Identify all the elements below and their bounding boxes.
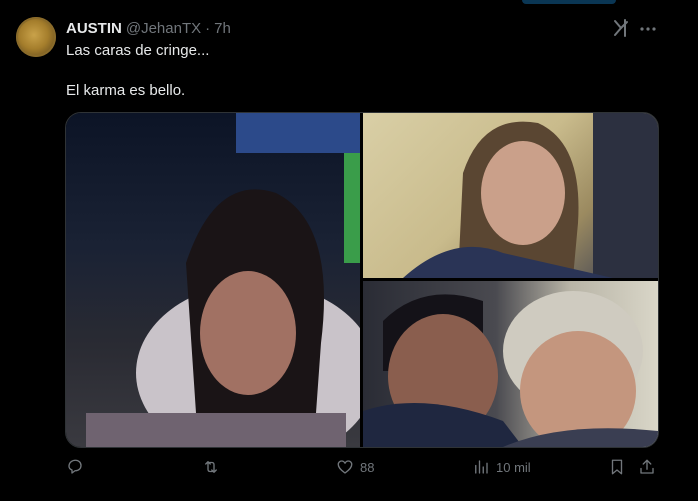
reply-icon xyxy=(68,459,82,474)
retweet-icon xyxy=(205,461,217,473)
views-button[interactable]: 10 mil xyxy=(472,458,531,476)
views-icon xyxy=(475,460,488,474)
grok-icon[interactable] xyxy=(611,18,631,38)
share-button[interactable] xyxy=(638,458,656,476)
view-count: 10 mil xyxy=(496,459,531,475)
photo-1-illustration xyxy=(86,113,360,447)
media-photo-2[interactable] xyxy=(363,113,658,278)
separator-dot: · xyxy=(205,19,211,37)
like-button[interactable]: 88 xyxy=(336,458,374,476)
author-name[interactable]: AUSTIN xyxy=(66,20,122,37)
author-handle[interactable]: @JehanTX xyxy=(126,20,201,37)
photo-2-illustration xyxy=(403,113,658,278)
like-icon xyxy=(337,460,353,474)
media-photo-1[interactable] xyxy=(66,113,360,447)
share-icon xyxy=(640,459,654,474)
tweet-text: Las caras de cringe... El karma es bello… xyxy=(66,41,626,101)
bookmark-button[interactable] xyxy=(608,458,626,476)
like-count: 88 xyxy=(360,459,375,475)
photo-3-illustration xyxy=(363,291,658,447)
tweet-text-line-2: El karma es bello. xyxy=(66,82,186,99)
retweet-button[interactable] xyxy=(202,458,220,476)
avatar[interactable] xyxy=(16,17,56,57)
action-bar: 88 10 mil xyxy=(66,458,658,478)
reply-button[interactable] xyxy=(66,458,84,476)
post-time[interactable]: 7h xyxy=(214,20,231,37)
media-grid xyxy=(65,112,659,448)
more-icon[interactable] xyxy=(638,19,658,39)
tweet-header: AUSTIN @JehanTX · 7h xyxy=(66,19,231,37)
tweet-text-line-1: Las caras de cringe... xyxy=(66,42,210,59)
top-partial-button[interactable] xyxy=(522,0,616,4)
media-photo-3[interactable] xyxy=(363,281,658,447)
bookmark-icon xyxy=(611,459,623,475)
